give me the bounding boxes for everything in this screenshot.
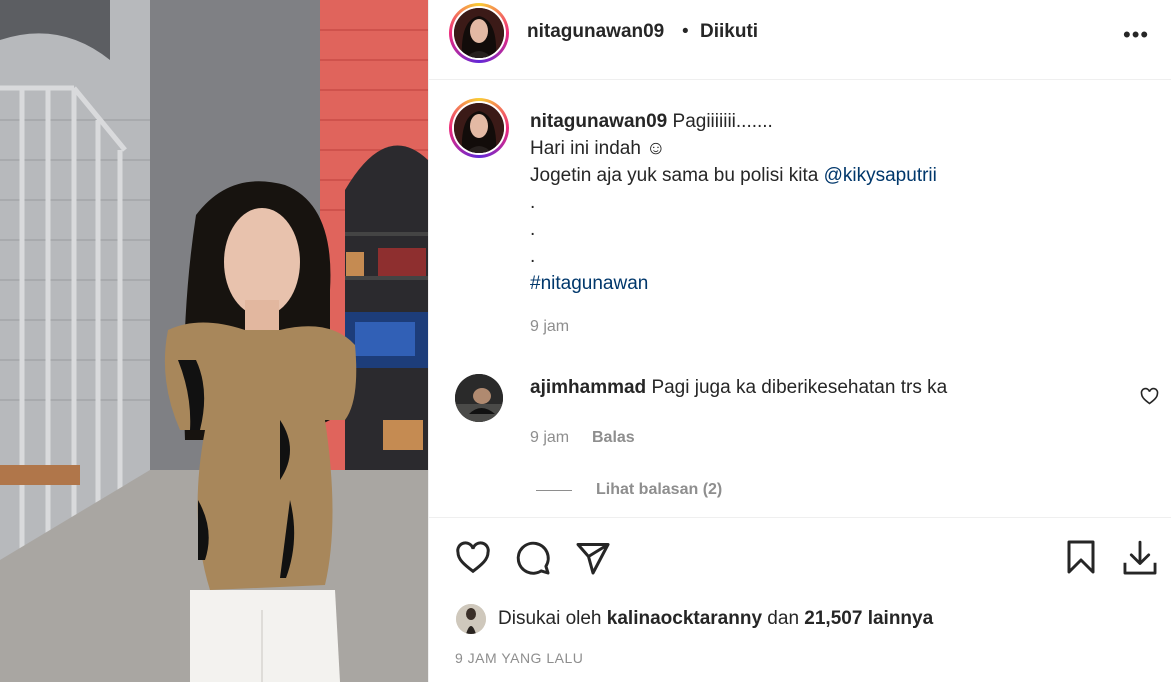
comment-like-icon[interactable] [1140,387,1159,405]
caption-time[interactable]: 9 jam [530,318,569,336]
share-send-icon[interactable] [575,541,611,575]
comment-bubble-icon[interactable] [515,540,551,576]
comment-body: ajimhammad Pagi juga ka diberikesehatan … [530,377,947,399]
author-avatar-image [454,8,504,58]
view-replies-button[interactable]: Lihat balasan (2) [596,481,722,499]
more-options-icon[interactable]: ••• [1123,22,1149,48]
save-bookmark-icon[interactable] [1066,539,1096,575]
likes-summary: Disukai oleh kalinaocktaranny dan 21,507… [498,608,933,630]
commenter-username[interactable]: ajimhammad [530,377,646,398]
caption-author-avatar[interactable] [449,98,509,158]
caption-line-1: Pagiiiiiii....... [672,111,773,132]
post-details-panel: nitagunawan09 • Diikuti ••• nitagunawan0… [428,0,1171,682]
follow-status-button[interactable]: Diikuti [700,21,758,43]
author-username[interactable]: nitagunawan09 [527,21,664,43]
comment-time[interactable]: 9 jam [530,429,569,447]
hashtag-link[interactable]: #nitagunawan [530,270,1130,297]
reply-button[interactable]: Balas [592,429,635,447]
liker-avatar[interactable] [456,604,486,634]
caption-dot-1: . [530,192,536,213]
like-heart-icon[interactable] [455,540,491,574]
commenter-avatar[interactable] [455,374,503,422]
caption-dot-3: . [530,246,536,267]
comment-text: Pagi juga ka diberikesehatan trs ka [651,377,948,398]
likes-count[interactable]: 21,507 lainnya [804,608,933,629]
post-header: nitagunawan09 • Diikuti ••• [429,0,1171,80]
view-replies-divider [536,490,572,491]
author-avatar[interactable] [449,3,509,63]
posted-timestamp[interactable]: 9 JAM YANG LALU [455,650,583,666]
caption-line-2: Hari ini indah ☺ [530,138,666,159]
caption-avatar-image [454,103,504,153]
post-video-frame [0,0,428,682]
post-media[interactable] [0,0,428,682]
likes-prefix: Disukai oleh [498,608,607,629]
commenter-avatar-image [455,374,503,422]
separator-dot: • [682,21,689,42]
caption-username[interactable]: nitagunawan09 [530,111,667,132]
caption-dot-2: . [530,219,536,240]
caption-line-3: Jogetin aja yuk sama bu polisi kita [530,165,824,186]
mention-link[interactable]: @kikysaputrii [824,165,937,186]
liker-username[interactable]: kalinaocktaranny [607,608,762,629]
download-icon[interactable] [1121,539,1159,577]
likes-middle: dan [762,608,805,629]
liker-avatar-image [456,604,486,634]
caption-body: nitagunawan09 Pagiiiiiii....... Hari ini… [530,108,1130,297]
